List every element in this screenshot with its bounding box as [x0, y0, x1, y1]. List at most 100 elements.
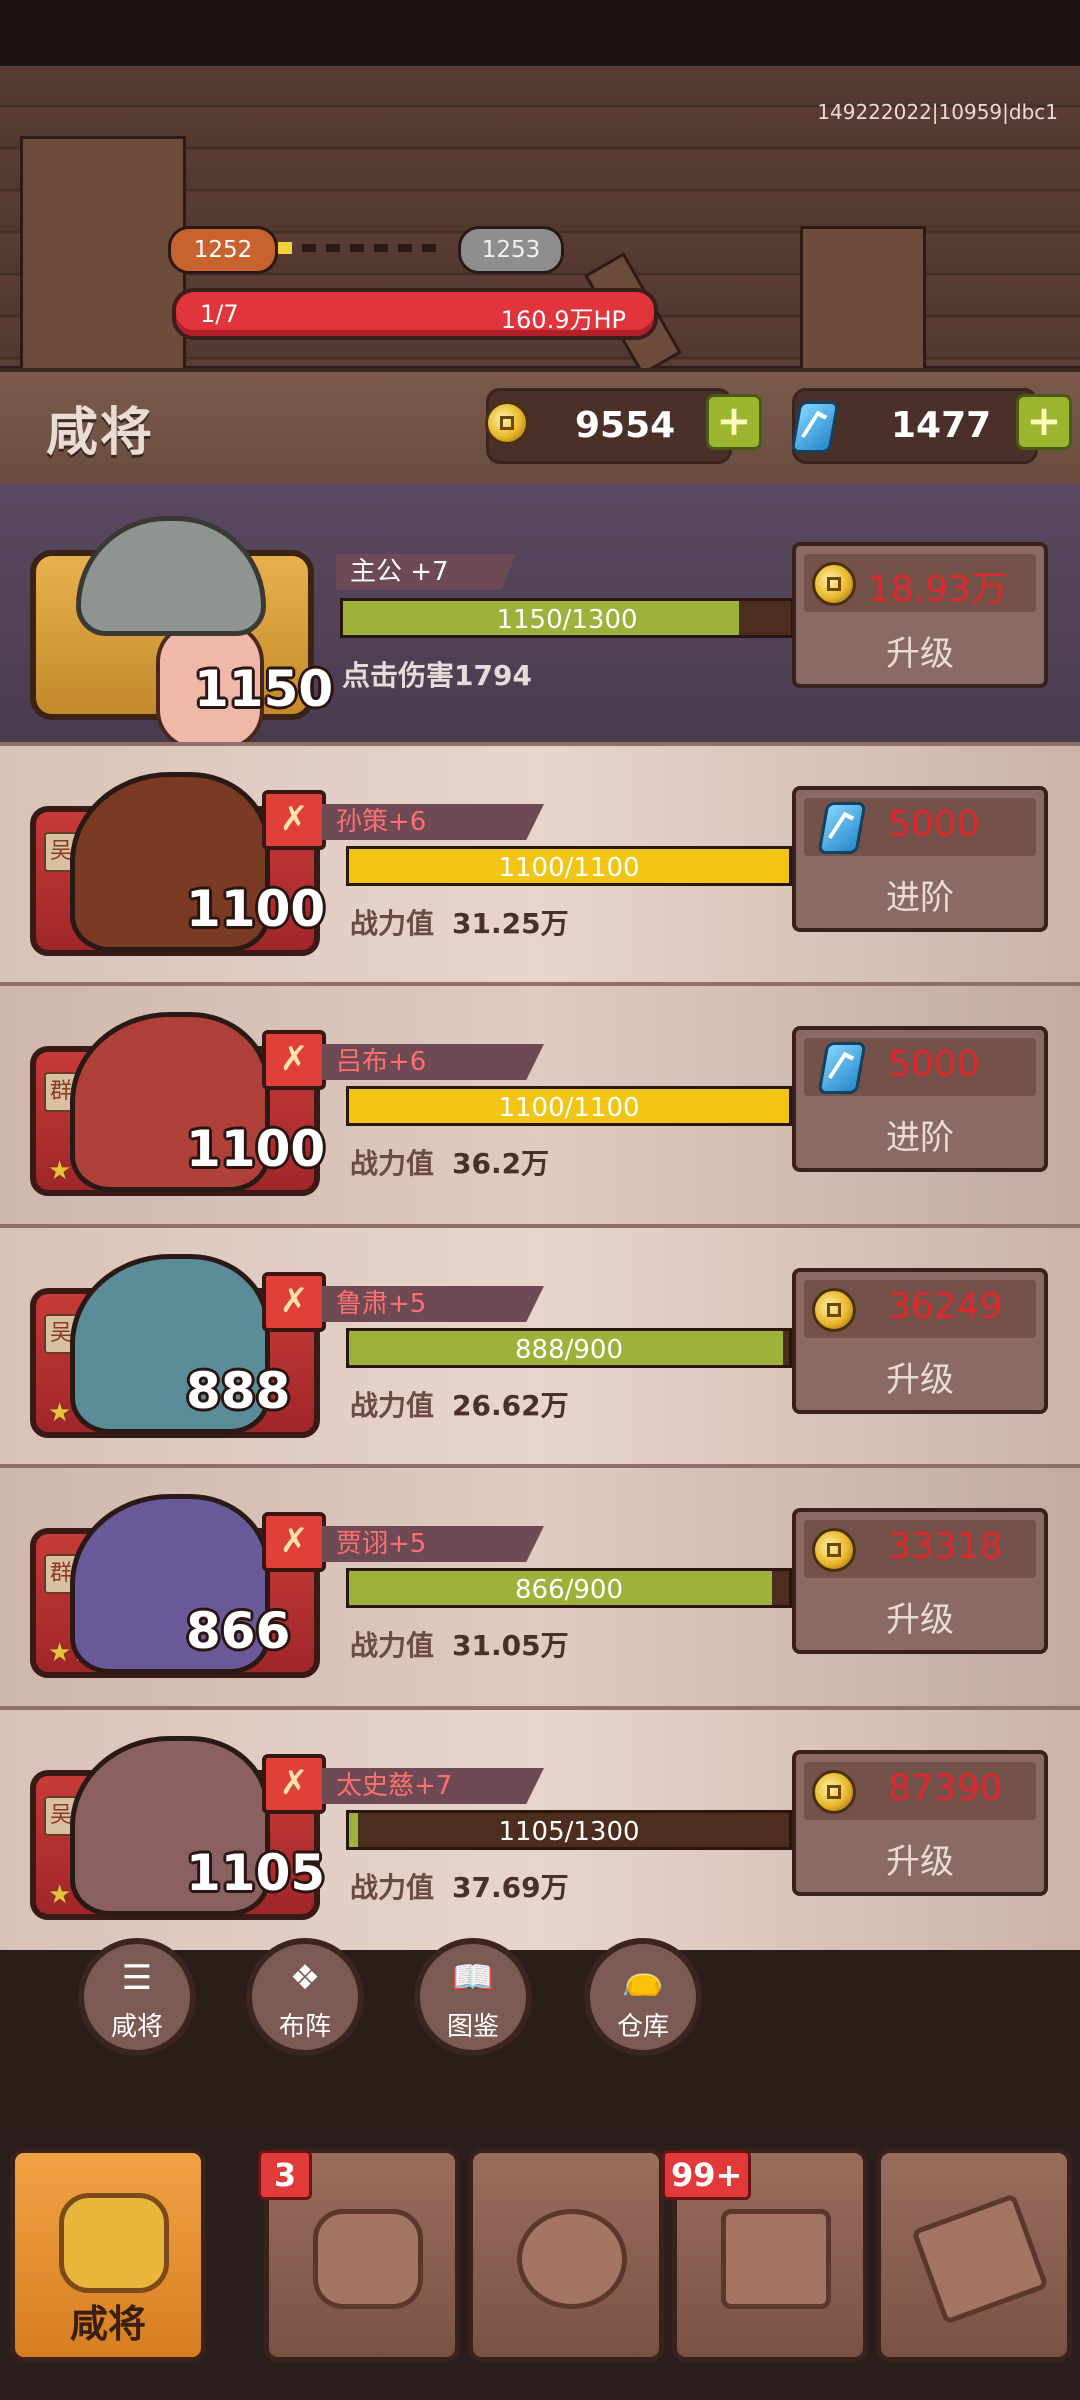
x-badge-icon: ✗ — [262, 1754, 326, 1814]
hero-progress-bar: 1100/1100 — [346, 846, 792, 886]
page-header: 咸将 9554 + 1477 + — [0, 368, 1080, 490]
hero-action-button[interactable]: 5000 进阶 — [792, 786, 1048, 932]
hero-action-label: 进阶 — [886, 878, 954, 918]
coin-balance: 9554 — [485, 388, 732, 464]
tab-heroes[interactable]: 咸将 — [10, 2148, 206, 2362]
x-badge-icon: ✗ — [262, 1272, 326, 1332]
hero-action-cost: 87390 — [888, 1768, 1003, 1809]
add-gems-button[interactable]: + — [1016, 394, 1072, 450]
hero-progress-text: 1105/1300 — [498, 1817, 640, 1847]
book-icon: 📖 — [451, 1958, 495, 1998]
gem-icon — [817, 1042, 867, 1094]
hero-progress-text: 1100/1100 — [498, 853, 640, 883]
page-title: 咸将 — [46, 403, 155, 463]
hero-power: 战力值 26.62万 — [350, 1384, 569, 1424]
star-icon: ★ — [48, 1880, 72, 1910]
power-label: 战力值 — [350, 907, 435, 940]
hero-progress-bar: 866/900 — [346, 1568, 792, 1608]
cost-box: 36249 — [804, 1280, 1036, 1338]
hero-name: 吕布+6 — [322, 1044, 544, 1080]
lord-portrait[interactable]: 1150 — [30, 516, 333, 750]
stage-dash — [302, 244, 316, 252]
list-icon: ☰ — [121, 1958, 153, 1998]
server-code: 149222022|10959|dbc1 — [817, 100, 1058, 124]
stage-dash — [398, 244, 412, 252]
shortcut-label: 咸将 — [110, 2012, 163, 2042]
lord-upgrade-label: 升级 — [886, 634, 954, 674]
tab-badge: 99+ — [662, 2150, 752, 2200]
hero-action-button[interactable]: 87390 升级 — [792, 1750, 1048, 1896]
shortcut-storage-button[interactable]: 👝 仓库 — [584, 1938, 702, 2056]
hero-action-label: 进阶 — [886, 1118, 954, 1158]
hero-power: 战力值 37.69万 — [350, 1866, 569, 1906]
formation-icon: ❖ — [289, 1958, 321, 1998]
power-label: 战力值 — [350, 1389, 435, 1422]
hero-power: 战力值 31.25万 — [350, 902, 569, 942]
wood-beam — [20, 136, 186, 372]
shortcut-label: 图鉴 — [446, 2012, 499, 2042]
hero-power: 战力值 36.2万 — [350, 1142, 549, 1182]
hero-progress-bar: 1105/1300 — [346, 1810, 792, 1850]
cost-box: 5000 — [804, 798, 1036, 856]
coin-icon — [812, 562, 856, 606]
hero-row: 吴 ★ 888 ✗ 鲁肃+5 888/900 战力值 26.62万 36249 升… — [0, 1224, 1080, 1468]
stage-dash — [326, 244, 340, 252]
hero-power: 战力值 31.05万 — [350, 1624, 569, 1664]
hero-row: 群 ★★ 866 ✗ 贾诩+5 866/900 战力值 31.05万 33318 … — [0, 1464, 1080, 1708]
bottom-tab-bar: 咸将 3 99+ — [0, 2128, 1080, 2400]
hero-action-button[interactable]: 36249 升级 — [792, 1268, 1048, 1414]
boss-hp-bar: 1/7 160.9万HP — [172, 288, 658, 340]
hero-action-button[interactable]: 33318 升级 — [792, 1508, 1048, 1654]
tab-pets[interactable] — [468, 2148, 664, 2362]
gem-balance: 1477 — [790, 388, 1038, 464]
hero-progress-text: 866/900 — [514, 1575, 623, 1605]
stage-dash — [422, 244, 436, 252]
coin-icon — [812, 1288, 856, 1332]
scroll-icon — [911, 2193, 1049, 2325]
stage-progress-marker — [278, 242, 292, 254]
tab-scroll[interactable] — [876, 2148, 1072, 2362]
coin-icon — [485, 401, 529, 445]
coin-amount: 9554 — [575, 405, 676, 446]
hero-level: 888 — [186, 1362, 291, 1420]
lord-upgrade-cost: 18.93万 — [868, 569, 1008, 610]
hero-action-label: 升级 — [886, 1600, 954, 1640]
shortcut-formation-button[interactable]: ❖ 布阵 — [246, 1938, 364, 2056]
hero-action-button[interactable]: 5000 进阶 — [792, 1026, 1048, 1172]
shortcut-codex-button[interactable]: 📖 图鉴 — [414, 1938, 532, 2056]
lord-level: 1150 — [194, 660, 334, 718]
stage-dash — [374, 244, 388, 252]
tab-label: 咸将 — [69, 2302, 146, 2346]
hero-action-label: 升级 — [886, 1360, 954, 1400]
hero-row: 群 ★ 1100 ✗ 吕布+6 1100/1100 战力值 36.2万 5000 … — [0, 982, 1080, 1226]
lord-name: 主公 +7 — [336, 554, 516, 590]
hero-action-cost: 5000 — [888, 1044, 980, 1085]
bag-icon: 👝 — [621, 1958, 665, 1998]
armor-icon — [313, 2209, 423, 2309]
hero-level: 1100 — [186, 880, 326, 938]
stage-next: 1253 — [458, 226, 564, 274]
x-badge-icon: ✗ — [262, 790, 326, 850]
tap-damage: 点击伤害1794 — [342, 659, 532, 692]
cost-box: 87390 — [804, 1762, 1036, 1820]
tab-badge: 3 — [258, 2150, 312, 2200]
hero-level: 1105 — [186, 1844, 326, 1902]
hero-row: 吴 1100 ✗ 孙策+6 1100/1100 战力值 31.25万 5000 进… — [0, 742, 1080, 986]
lord-upgrade-button[interactable]: 18.93万 升级 — [792, 542, 1048, 688]
hero-progress-text: 888/900 — [514, 1335, 623, 1365]
chest-icon — [721, 2209, 831, 2309]
cost-box: 5000 — [804, 1038, 1036, 1096]
shortcut-label: 仓库 — [616, 2012, 669, 2042]
coin-icon — [812, 1770, 856, 1814]
hero-action-label: 升级 — [886, 1842, 954, 1882]
cost-box: 18.93万 — [804, 554, 1036, 612]
power-label: 战力值 — [350, 1147, 435, 1180]
wood-crate — [800, 226, 926, 372]
add-coins-button[interactable]: + — [706, 394, 762, 450]
lord-card: 1150 主公 +7 1150/1300 点击伤害1794 18.93万 升级 — [0, 484, 1080, 750]
status-bar — [0, 0, 1080, 66]
shortcut-heroes-button[interactable]: ☰ 咸将 — [78, 1938, 196, 2056]
cost-box: 33318 — [804, 1520, 1036, 1578]
x-badge-icon: ✗ — [262, 1512, 326, 1572]
stage-dash — [350, 244, 364, 252]
